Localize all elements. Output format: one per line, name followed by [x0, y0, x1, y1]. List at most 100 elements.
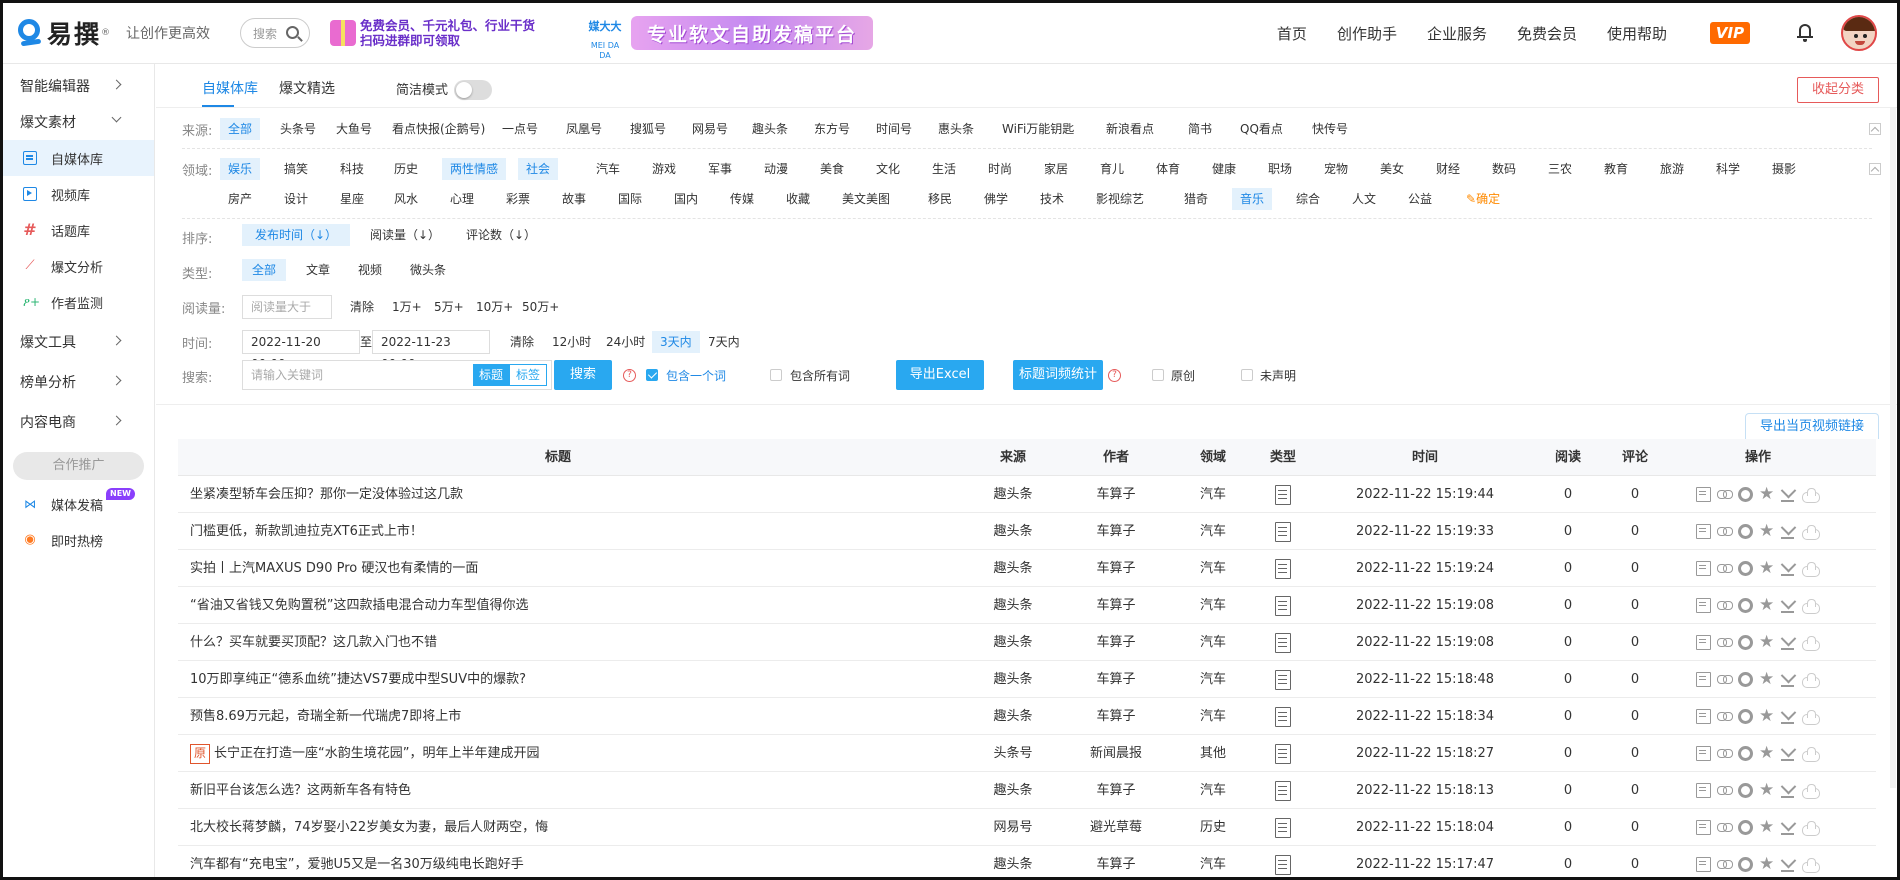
domain-option[interactable]: 技术: [1032, 188, 1072, 210]
domain-option[interactable]: 科学: [1708, 158, 1748, 180]
logo[interactable]: 易撰 ®: [17, 15, 110, 51]
domain-option[interactable]: 综合: [1288, 188, 1328, 210]
nav-free-member[interactable]: 免费会员: [1517, 23, 1577, 44]
download-icon[interactable]: [1780, 746, 1795, 761]
link-icon[interactable]: [1717, 783, 1733, 798]
source-option[interactable]: 快传号: [1304, 118, 1356, 140]
star-icon[interactable]: ★: [1759, 560, 1774, 577]
domain-option[interactable]: 彩票: [498, 188, 538, 210]
domain-option[interactable]: 财经: [1428, 158, 1468, 180]
nav-home[interactable]: 首页: [1277, 23, 1307, 44]
link-icon[interactable]: [1717, 598, 1733, 613]
domain-option[interactable]: 文化: [868, 158, 908, 180]
source-option[interactable]: 网易号: [684, 118, 736, 140]
domain-option[interactable]: 生活: [924, 158, 964, 180]
link-icon[interactable]: [1717, 746, 1733, 761]
sidebar-item-viral-tools[interactable]: 爆文工具: [3, 324, 154, 360]
notes-icon[interactable]: [1696, 598, 1711, 613]
notes-icon[interactable]: [1696, 783, 1711, 798]
time-opt-3d[interactable]: 3天内: [652, 331, 700, 353]
notes-icon[interactable]: [1696, 746, 1711, 761]
read-opt-500k[interactable]: 50万+: [514, 296, 567, 318]
scrollbar[interactable]: [1890, 108, 1896, 788]
domain-option[interactable]: 人文: [1344, 188, 1384, 210]
cloud-upload-icon[interactable]: [1801, 561, 1820, 577]
domain-option[interactable]: 数码: [1484, 158, 1524, 180]
domain-option[interactable]: 健康: [1204, 158, 1244, 180]
read-count-input[interactable]: 阅读量大于: [242, 295, 332, 319]
domain-option[interactable]: 时尚: [980, 158, 1020, 180]
cloud-upload-icon[interactable]: [1801, 783, 1820, 799]
article-title-link[interactable]: 坐紧凑型轿车会压抑？那你一定没体验过这几款: [190, 487, 463, 502]
sidebar-item-content-ecommerce[interactable]: 内容电商: [3, 404, 154, 440]
sidebar-item-viral-analysis[interactable]: ⟋ 爆文分析: [3, 248, 154, 284]
contain-one-checkbox[interactable]: [646, 369, 658, 381]
sidebar-item-author-monitor[interactable]: ዖ+ 作者监测: [3, 284, 154, 320]
cloud-upload-icon[interactable]: [1801, 598, 1820, 614]
domain-option[interactable]: 美女: [1372, 158, 1412, 180]
article-title-link[interactable]: 预售8.69万元起，奇瑞全新一代瑞虎7即将上市: [190, 709, 461, 724]
star-icon[interactable]: ★: [1759, 486, 1774, 503]
domain-option[interactable]: 职场: [1260, 158, 1300, 180]
author-cell[interactable]: 车算子: [1066, 698, 1166, 735]
star-icon[interactable]: ★: [1759, 523, 1774, 540]
settings-icon[interactable]: [1738, 524, 1753, 539]
link-icon[interactable]: [1717, 487, 1733, 502]
domain-option[interactable]: 游戏: [644, 158, 684, 180]
link-icon[interactable]: [1717, 672, 1733, 687]
author-cell[interactable]: 车算子: [1066, 846, 1166, 877]
domain-option[interactable]: 教育: [1596, 158, 1636, 180]
type-video[interactable]: 视频: [350, 259, 390, 281]
source-option[interactable]: 头条号: [272, 118, 324, 140]
domain-confirm-button[interactable]: ✎确定: [1458, 188, 1508, 210]
download-icon[interactable]: [1780, 598, 1795, 613]
domain-option[interactable]: 军事: [700, 158, 740, 180]
source-option[interactable]: 凤凰号: [558, 118, 610, 140]
domain-option[interactable]: 宠物: [1316, 158, 1356, 180]
link-icon[interactable]: [1717, 524, 1733, 539]
author-cell[interactable]: 车算子: [1066, 587, 1166, 624]
domain-option[interactable]: 星座: [332, 188, 372, 210]
article-title-link[interactable]: 新旧平台该怎么选？这两新车各有特色: [190, 783, 411, 798]
notes-icon[interactable]: [1696, 820, 1711, 835]
settings-icon[interactable]: [1738, 857, 1753, 872]
article-title-link[interactable]: 什么？买车就要买顶配？这几款入门也不错: [190, 635, 437, 650]
time-clear-button[interactable]: 清除: [502, 331, 542, 353]
sidebar-item-video-library[interactable]: 视频库: [3, 176, 154, 212]
star-icon[interactable]: ★: [1759, 634, 1774, 651]
notes-icon[interactable]: [1696, 561, 1711, 576]
domain-option[interactable]: 故事: [554, 188, 594, 210]
domain-option[interactable]: 房产: [220, 188, 260, 210]
article-title-link[interactable]: 汽车都有“充电宝”，爱驰U5又是一名30万级纯电长跑好手: [190, 857, 524, 872]
nav-creation-assistant[interactable]: 创作助手: [1337, 23, 1397, 44]
notes-icon[interactable]: [1696, 487, 1711, 502]
collapse-categories-button[interactable]: 收起分类: [1797, 77, 1879, 103]
notes-icon[interactable]: [1696, 672, 1711, 687]
sidebar-item-smart-editor[interactable]: 智能编辑器: [3, 68, 154, 104]
author-cell[interactable]: 车算子: [1066, 624, 1166, 661]
settings-icon[interactable]: [1738, 709, 1753, 724]
source-option[interactable]: 大鱼号: [328, 118, 380, 140]
read-clear-button[interactable]: 清除: [342, 296, 382, 318]
type-micro[interactable]: 微头条: [402, 259, 454, 281]
source-option[interactable]: 全部: [220, 118, 261, 140]
source-option[interactable]: QQ看点: [1232, 118, 1291, 140]
star-icon[interactable]: ★: [1759, 782, 1774, 799]
time-start-input[interactable]: 2022-11-20 00:00: [242, 330, 360, 371]
cloud-upload-icon[interactable]: [1801, 857, 1820, 873]
cloud-upload-icon[interactable]: [1801, 672, 1820, 688]
header-search[interactable]: 搜索: [240, 18, 311, 48]
download-icon[interactable]: [1780, 487, 1795, 502]
bell-icon[interactable]: [1797, 23, 1813, 42]
sidebar-item-topic-library[interactable]: # 话题库: [3, 212, 154, 248]
domain-option[interactable]: 体育: [1148, 158, 1188, 180]
author-cell[interactable]: 车算子: [1066, 661, 1166, 698]
promo-banner-meidada[interactable]: 媒大大 MEI DA DA 专业软文自助发稿平台: [585, 13, 874, 60]
source-option[interactable]: 趣头条: [744, 118, 796, 140]
link-icon[interactable]: [1717, 635, 1733, 650]
search-scope-tag[interactable]: 标签: [509, 364, 547, 386]
export-video-links-button[interactable]: 导出当页视频链接: [1744, 413, 1879, 439]
help-icon[interactable]: ?: [623, 369, 636, 382]
download-icon[interactable]: [1780, 524, 1795, 539]
download-icon[interactable]: [1780, 820, 1795, 835]
